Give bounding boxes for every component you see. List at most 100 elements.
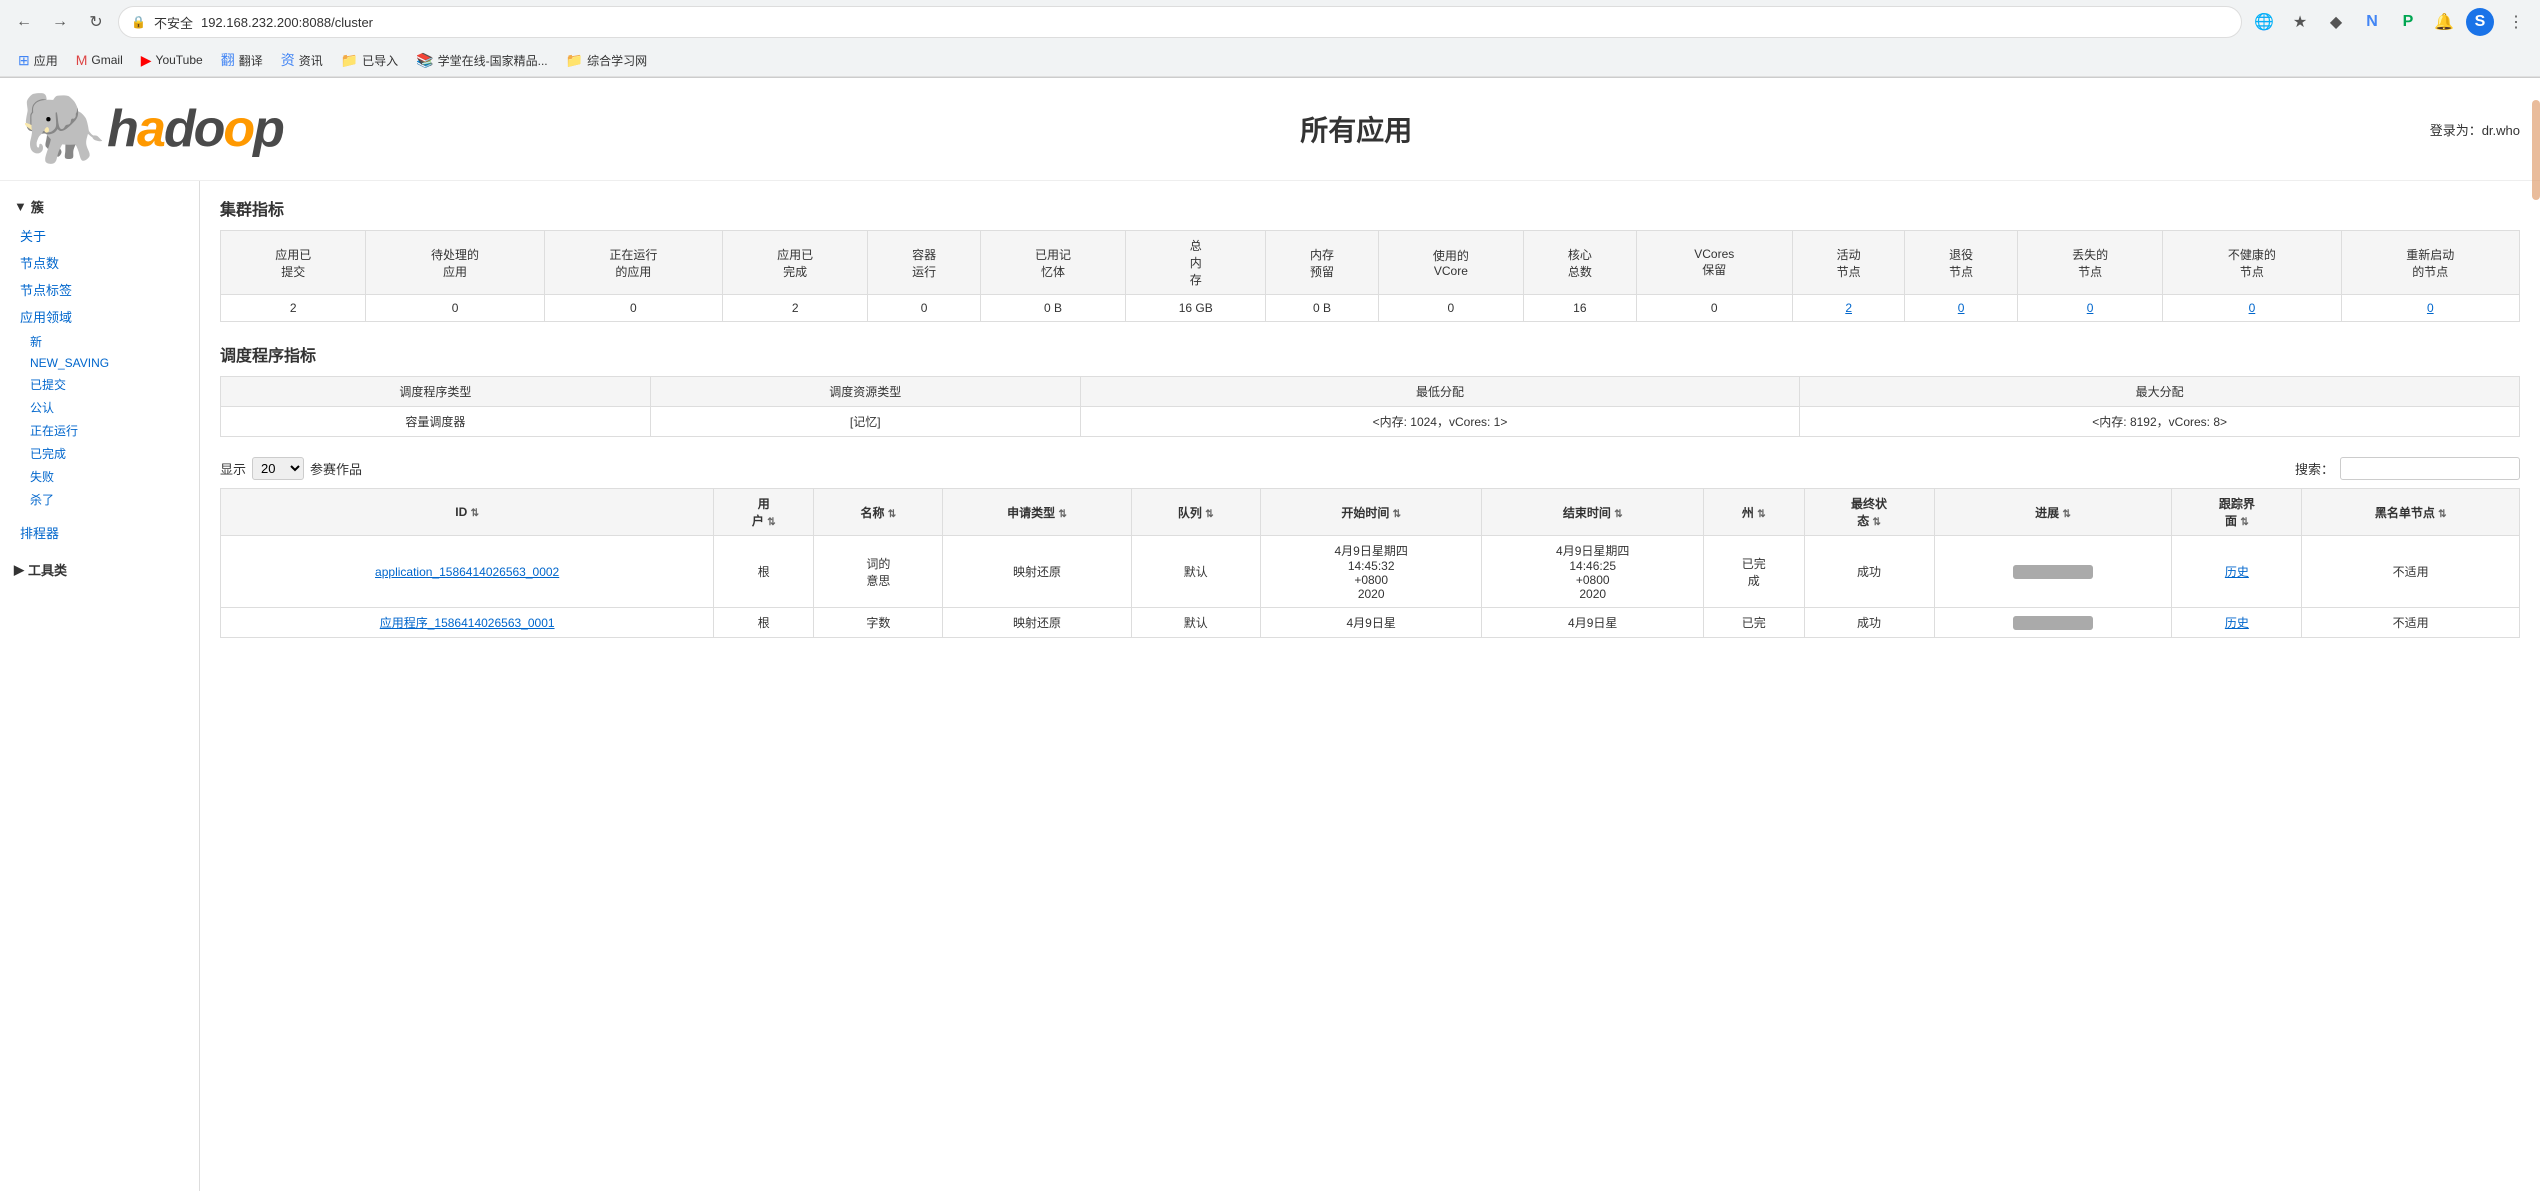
col-header-tracking[interactable]: 跟踪界面 ⇅: [2172, 489, 2302, 536]
browser-toolbar-icons: 🌐 ★ ◆ N P 🔔 S ⋮: [2250, 8, 2530, 36]
sidebar-item-node-labels[interactable]: 节点标签: [0, 276, 199, 303]
applications-table: ID ⇅ 用户 ⇅ 名称 ⇅ 申请类型 ⇅ 队列 ⇅ 开始时间 ⇅ 结束时间 ⇅…: [220, 488, 2520, 638]
metric-reserved-mem: 0 B: [1266, 295, 1378, 322]
app-progress-1: [1934, 608, 2172, 638]
sidebar-sub-new-saving[interactable]: NEW_SAVING: [0, 353, 199, 373]
metric-header-total-cores: 核心总数: [1524, 231, 1636, 295]
col-header-id[interactable]: ID ⇅: [221, 489, 714, 536]
col-header-start[interactable]: 开始时间 ⇅: [1260, 489, 1482, 536]
app-start-1: 4月9日星: [1260, 608, 1482, 638]
profile-avatar[interactable]: S: [2466, 8, 2494, 36]
notification-icon[interactable]: 🔔: [2430, 8, 2458, 36]
extensions-icon[interactable]: ◆: [2322, 8, 2350, 36]
metric-pending: 0: [366, 295, 544, 322]
cluster-metrics-table: 应用已提交 待处理的应用 正在运行的应用 应用已完成 容器运行 已用记忆体 总内…: [220, 230, 2520, 322]
sidebar-sub-killed[interactable]: 杀了: [0, 488, 199, 511]
col-header-name[interactable]: 名称 ⇅: [814, 489, 943, 536]
scrollbar[interactable]: [2532, 100, 2540, 200]
refresh-button[interactable]: ↻: [82, 8, 110, 36]
menu-button[interactable]: ⋮: [2502, 8, 2530, 36]
p-extension-icon[interactable]: P: [2394, 8, 2422, 36]
app-tracking-1[interactable]: 历史: [2172, 608, 2302, 638]
sidebar-item-nodes[interactable]: 节点数: [0, 249, 199, 276]
hadoop-logo-text: hadoop: [107, 99, 283, 159]
app-id-1[interactable]: 应用程序_1586414026563_0001: [221, 608, 714, 638]
hadoop-logo: 🐘 hadoop: [20, 88, 283, 170]
col-header-state[interactable]: 州 ⇅: [1704, 489, 1805, 536]
app-end-0: 4月9日星期四14:46:25+08002020: [1482, 536, 1704, 608]
col-header-blacklist[interactable]: 黑名单节点 ⇅: [2302, 489, 2520, 536]
sidebar-item-scheduler[interactable]: 排程器: [0, 519, 199, 546]
back-button[interactable]: ←: [10, 8, 38, 36]
bookmark-apps[interactable]: ⊞ 应用: [10, 49, 66, 72]
sidebar-item-app-domain[interactable]: 应用领域: [0, 303, 199, 330]
gmail-icon: M: [76, 52, 88, 68]
metric-header-submitted: 应用已提交: [221, 231, 366, 295]
translate-icon[interactable]: 🌐: [2250, 8, 2278, 36]
metric-rebooted-nodes[interactable]: 0: [2341, 295, 2519, 322]
bookmark-star-icon[interactable]: ★: [2286, 8, 2314, 36]
col-header-type[interactable]: 申请类型 ⇅: [943, 489, 1131, 536]
bookmark-youtube-label: YouTube: [156, 53, 203, 67]
bookmark-news[interactable]: 资 资讯: [273, 47, 331, 73]
综合-icon: 📁: [566, 52, 583, 69]
sched-header-type: 调度程序类型: [221, 377, 651, 407]
sidebar-sub-failed[interactable]: 失败: [0, 465, 199, 488]
n-extension-icon[interactable]: N: [2358, 8, 2386, 36]
app-tracking-0[interactable]: 历史: [2172, 536, 2302, 608]
sidebar-sub-accepted[interactable]: 公认: [0, 396, 199, 419]
app-progress-0: [1934, 536, 2172, 608]
table-row: application_1586414026563_0002 根 词的意思 映射…: [221, 536, 2520, 608]
col-header-user[interactable]: 用户 ⇅: [714, 489, 814, 536]
address-bar[interactable]: 🔒 不安全 192.168.232.200:8088/cluster: [118, 6, 2242, 38]
translate-bm-icon: 翻: [221, 50, 235, 70]
metric-completed: 2: [722, 295, 867, 322]
sidebar-sub-submitted[interactable]: 已提交: [0, 373, 199, 396]
bookmark-translate-label: 翻译: [239, 52, 263, 69]
metric-active-nodes[interactable]: 2: [1792, 295, 1904, 322]
sched-type: 容量调度器: [221, 407, 651, 437]
search-label: 搜索：: [2295, 459, 2334, 478]
bookmark-综合[interactable]: 📁 综合学习网: [558, 49, 655, 72]
sidebar-sub-finished[interactable]: 已完成: [0, 442, 199, 465]
sched-resource: [记忆]: [650, 407, 1080, 437]
bookmark-imported[interactable]: 📁 已导入: [333, 49, 406, 72]
sched-max: <内存: 8192，vCores: 8>: [1800, 407, 2520, 437]
bookmark-gmail[interactable]: M Gmail: [68, 49, 131, 71]
bookmark-translate[interactable]: 翻 翻译: [213, 47, 271, 73]
main-content: ▼ 簇 关于 节点数 节点标签 应用领域 新 NEW_SAVING 已提交 公认…: [0, 181, 2540, 1191]
bookmark-youtube[interactable]: ▶ YouTube: [133, 49, 211, 72]
sidebar-sub-new[interactable]: 新: [0, 330, 199, 353]
app-id-0[interactable]: application_1586414026563_0002: [221, 536, 714, 608]
bookmark-study[interactable]: 📚 学堂在线-国家精品...: [408, 49, 555, 72]
bookmark-gmail-label: Gmail: [91, 53, 122, 67]
forward-button[interactable]: →: [46, 8, 74, 36]
browser-chrome: ← → ↻ 🔒 不安全 192.168.232.200:8088/cluster…: [0, 0, 2540, 78]
sidebar-cluster-header[interactable]: ▼ 簇: [0, 191, 199, 222]
col-header-end[interactable]: 结束时间 ⇅: [1482, 489, 1704, 536]
col-header-progress[interactable]: 进展 ⇅: [1934, 489, 2172, 536]
show-select[interactable]: 20 50 100: [252, 457, 304, 480]
app-user-1: 根: [714, 608, 814, 638]
col-header-final-status[interactable]: 最终状态 ⇅: [1804, 489, 1934, 536]
app-queue-1: 默认: [1131, 608, 1260, 638]
sidebar-sub-running[interactable]: 正在运行: [0, 419, 199, 442]
sidebar-item-about[interactable]: 关于: [0, 222, 199, 249]
search-input[interactable]: [2340, 457, 2520, 480]
metric-lost-nodes[interactable]: 0: [2017, 295, 2162, 322]
metric-used-vcore: 0: [1378, 295, 1523, 322]
metric-decom-nodes[interactable]: 0: [1905, 295, 2017, 322]
metric-header-completed: 应用已完成: [722, 231, 867, 295]
bookmark-综合-label: 综合学习网: [587, 52, 647, 69]
bookmark-study-label: 学堂在线-国家精品...: [438, 52, 548, 69]
metric-header-decom-nodes: 退役节点: [1905, 231, 2017, 295]
apps-icon: ⊞: [18, 52, 30, 69]
cluster-metrics-row: 2 0 0 2 0 0 B 16 GB 0 B 0 16 0 2 0 0: [221, 295, 2520, 322]
cluster-header-label: 簇: [31, 197, 44, 216]
col-header-queue[interactable]: 队列 ⇅: [1131, 489, 1260, 536]
metric-header-rebooted-nodes: 重新启动的节点: [2341, 231, 2519, 295]
page-title: 所有应用: [283, 109, 2430, 149]
page-layout: 🐘 hadoop 所有应用 登录为：dr.who ▼ 簇 关于 节点数 节点标签…: [0, 78, 2540, 1191]
sidebar-tools-header[interactable]: ▶ 工具类: [0, 554, 199, 585]
metric-unhealthy-nodes[interactable]: 0: [2163, 295, 2341, 322]
